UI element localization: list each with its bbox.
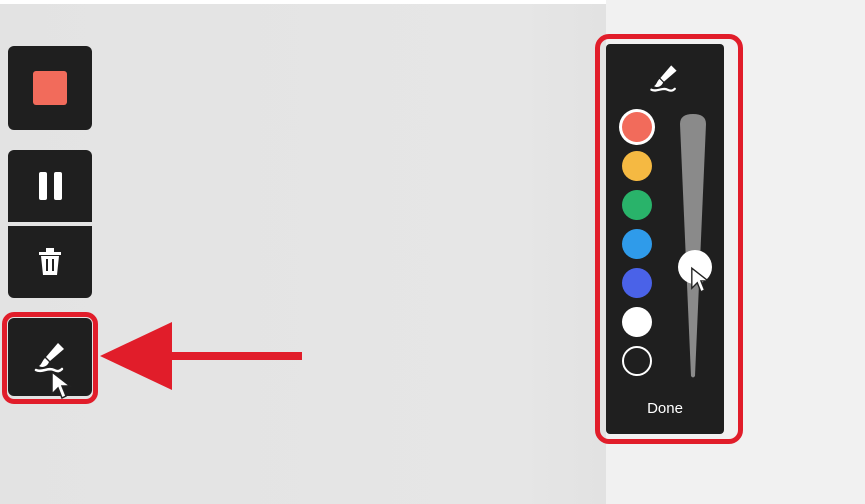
pause-button[interactable]	[8, 150, 92, 222]
delete-button[interactable]	[8, 226, 92, 298]
draw-button-highlight	[2, 312, 98, 404]
draw-panel-highlight	[595, 34, 743, 444]
trash-icon	[39, 248, 61, 275]
arrow-shaft	[152, 352, 302, 360]
stop-button[interactable]	[8, 46, 92, 130]
arrow-head-icon	[100, 322, 172, 390]
pause-icon	[38, 172, 62, 200]
stop-icon	[33, 71, 67, 105]
